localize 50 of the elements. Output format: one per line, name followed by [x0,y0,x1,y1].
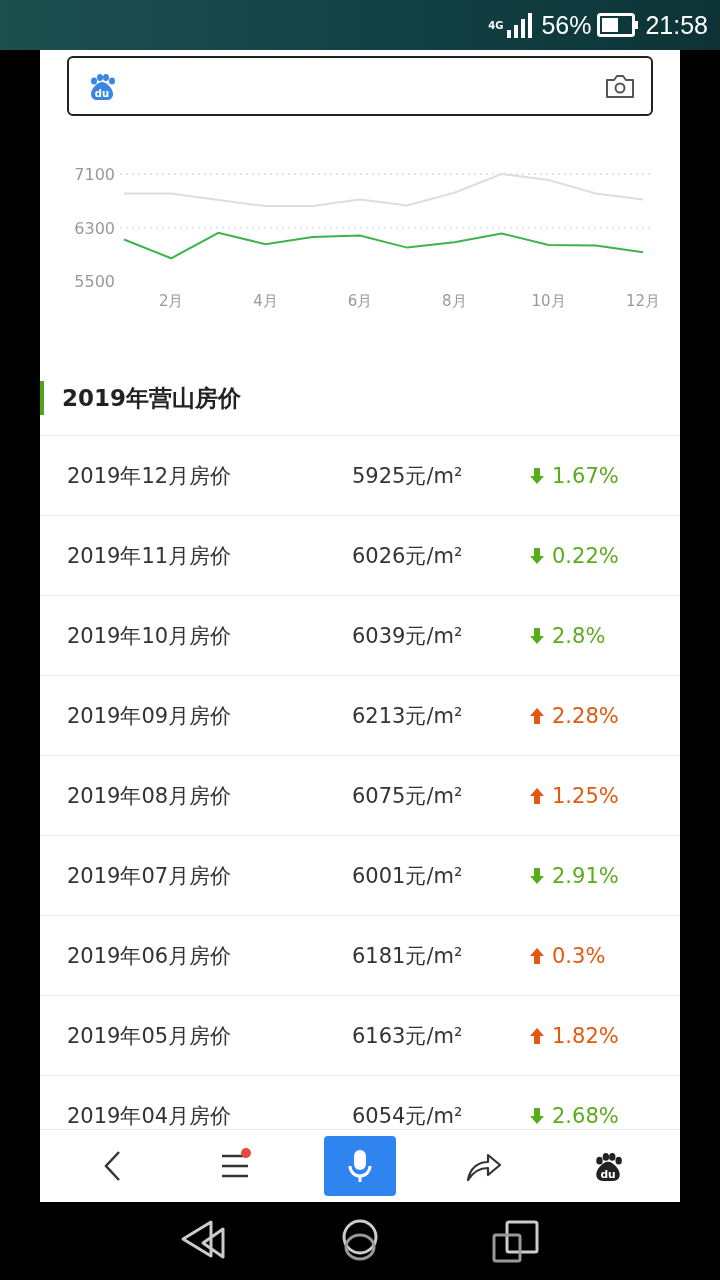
y-tick-label: 5500 [74,272,115,291]
change-percent: 0.3% [552,943,606,968]
price-value: 6039元/m² [352,622,464,650]
change-percent: 2.28% [552,703,619,728]
section-title: 2019年营山房价 [40,380,241,415]
price-value: 6181元/m² [352,942,464,970]
home-button[interactable]: du [572,1136,644,1196]
x-tick-label: 10月 [531,292,566,310]
month-label: 2019年08月房价 [67,782,233,810]
microphone-icon [348,1148,372,1184]
system-recents-button[interactable] [491,1219,541,1263]
y-tick-label: 6300 [74,218,115,238]
month-label: 2019年11月房价 [67,542,233,570]
change-percent: 0.22% [552,543,619,568]
change-percent: 2.91% [552,863,619,888]
month-label: 2019年06月房价 [67,942,233,970]
battery-icon [597,13,640,37]
camera-icon[interactable] [605,73,635,99]
price-value: 5925元/m² [352,462,464,490]
month-label: 2019年07月房价 [67,862,233,890]
month-label: 2019年12月房价 [67,462,233,490]
search-field[interactable]: du [67,56,653,116]
x-tick-label: 12月 [625,292,661,310]
price-value: 6213元/m² [352,702,464,730]
month-label: 2019年10月房价 [67,622,233,650]
price-value: 6075元/m² [352,782,464,810]
month-label: 2019年05月房价 [67,1022,233,1050]
y-tick-label: 7100 [74,165,115,184]
x-tick-label: 2月 [158,292,184,310]
x-tick-label: 4月 [253,292,278,310]
price-value: 6054元/m² [352,1102,464,1129]
change-percent: 1.82% [552,1023,619,1048]
battery-percent: 56% [541,10,592,40]
network-type: 4G [488,20,504,31]
change-percent: 2.8% [552,623,606,648]
change-percent: 1.67% [552,463,619,488]
squares-recents-icon [491,1219,541,1263]
price-value: 6001元/m² [352,862,464,890]
x-tick-label: 8月 [442,292,467,310]
price-value: 6163元/m² [352,1022,464,1050]
clock: 21:58 [645,10,708,40]
price-value: 6026元/m² [352,542,464,570]
change-percent: 1.25% [552,783,619,808]
voice-button[interactable] [324,1136,396,1196]
month-label: 2019年04月房价 [67,1102,233,1129]
change-percent: 2.68% [552,1103,619,1128]
back-icon [103,1150,121,1182]
menu-icon [221,1153,251,1179]
month-label: 2019年09月房价 [67,702,233,730]
x-tick-label: 6月 [347,292,373,310]
